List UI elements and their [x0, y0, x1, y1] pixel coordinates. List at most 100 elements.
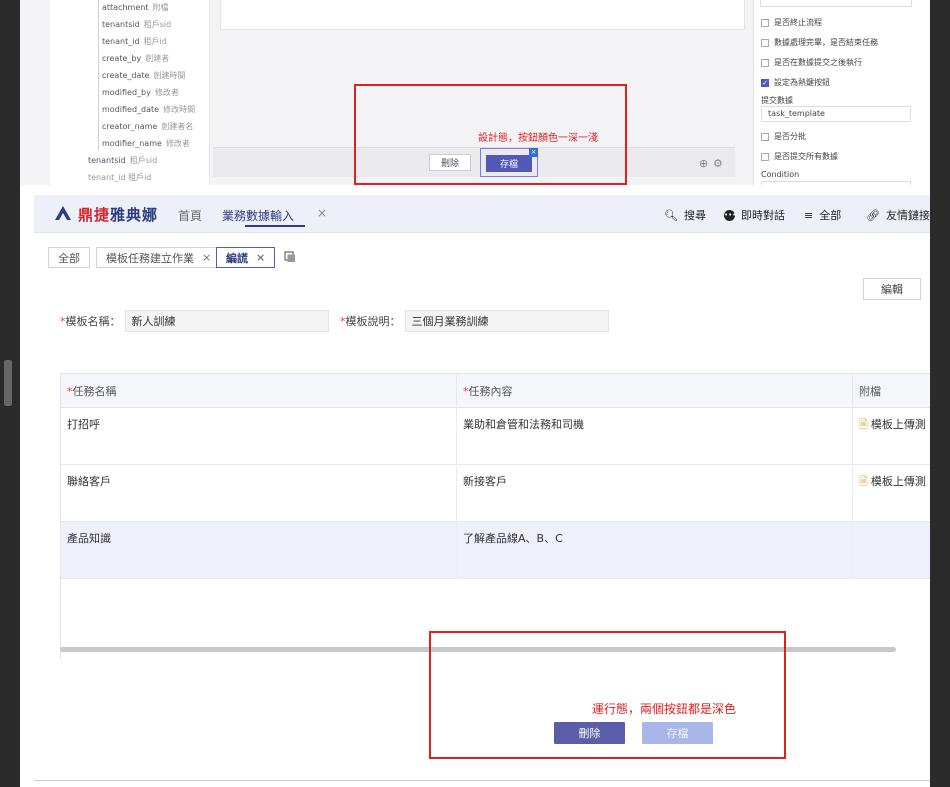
cell-attachment[interactable]	[853, 522, 930, 579]
field-label: 租戶sid	[129, 156, 158, 165]
prop-label: 數據處理完畢，是否結束任務	[774, 38, 878, 47]
field-name: tenant_id	[102, 37, 140, 46]
table-row[interactable]: 聯絡客戶 新接客戶 🗎 模板上傳測	[61, 465, 930, 522]
screenshot-frame: attachment 附檔 tenantsid 租戶sid tenant_id 租戶i…	[20, 0, 930, 787]
prop-submit-all[interactable]: 是否提交所有數據	[761, 151, 838, 162]
field-item[interactable]: create_date 創建時間	[102, 70, 185, 81]
field-label: 修改時間	[163, 105, 196, 114]
cell-attachment[interactable]: 🗎 模板上傳測	[853, 465, 930, 522]
field-item[interactable]: modified_by 修改者	[102, 87, 179, 98]
field-name: attachment	[102, 3, 149, 12]
template-name-field: * 模板名稱： 新人訓練	[60, 310, 329, 332]
attachment-link[interactable]: 模板上傳測	[871, 418, 926, 431]
logo-icon	[55, 206, 71, 220]
field-name: tenantsid	[88, 156, 126, 165]
chat-label: 即時對話	[741, 209, 785, 222]
copy-tabs-icon[interactable]	[284, 251, 296, 263]
search-tool[interactable]: 🔍︎ 搜尋	[664, 207, 706, 223]
template-desc-input[interactable]: 三個月業務訓練	[404, 310, 609, 332]
task-table: * 任務名稱 * 任務內容 附檔 打招呼 業助和倉管和法務和司機 🗎 模板上傳測 聯絡…	[60, 373, 930, 659]
tab-label: 全部	[58, 251, 80, 265]
field-tree-panel: attachment 附檔 tenantsid 租戶sid tenant_id 租戶i…	[50, 0, 210, 185]
annotation-box-runtime	[429, 631, 786, 759]
field-name: create_date	[102, 71, 150, 80]
cell-attachment[interactable]: 🗎 模板上傳測	[853, 408, 930, 465]
submit-data-input[interactable]: task_template	[761, 106, 911, 122]
annotation-text-runtime: 運行態，兩個按鈕都是深色	[592, 702, 737, 716]
prop-label: 設定為熱鍵按鈕	[774, 78, 830, 87]
table-row-selected[interactable]: 產品知識 了解產品線A、B、C	[61, 522, 930, 579]
field-item[interactable]: create_by 創建者	[102, 53, 169, 64]
tab-label: 編謊	[226, 251, 248, 265]
prop-after-submit[interactable]: 是否在數據提交之後執行	[761, 57, 862, 68]
prop-terminate-flow[interactable]: 是否終止流程	[761, 17, 822, 28]
column-header-attachment[interactable]: 附檔	[853, 374, 930, 408]
field-item[interactable]: modified_date 修改時間	[102, 104, 195, 115]
checkbox-checked[interactable]: ✓	[761, 78, 769, 87]
checkbox[interactable]	[761, 18, 769, 27]
prop-batch[interactable]: 是否分批	[761, 131, 806, 142]
field-label: 修改者	[165, 139, 190, 148]
add-icon[interactable]: ⊕	[699, 157, 708, 170]
checkbox[interactable]	[761, 38, 769, 47]
cell-task-content[interactable]: 新接客戶	[457, 465, 853, 522]
tab-close-icon[interactable]: ×	[256, 251, 265, 264]
field-item[interactable]: tenantsid 租戶sid	[102, 19, 171, 30]
chat-tool[interactable]: ••• 即時對話	[724, 207, 785, 223]
field-item[interactable]: modifier_name 修改者	[102, 138, 190, 149]
field-label: 創建者名	[161, 122, 194, 131]
field-name: modified_by	[102, 88, 151, 97]
nav-active-tab[interactable]: 業務數據輸入	[222, 207, 294, 224]
links-tool[interactable]: 🔗︎ 友情鏈接	[866, 207, 930, 223]
checkbox[interactable]	[761, 132, 769, 141]
edit-button[interactable]: 編輯	[863, 278, 921, 300]
table-row[interactable]: 打招呼 業助和倉管和法務和司機 🗎 模板上傳測	[61, 408, 930, 465]
field-name: modified_date	[102, 105, 160, 114]
all-menu-tool[interactable]: ≡ 全部	[804, 207, 841, 223]
checkbox[interactable]	[761, 58, 769, 67]
field-label: 租戶id	[143, 37, 167, 46]
cell-task-name[interactable]: 打招呼	[61, 408, 457, 465]
cell-task-content[interactable]: 了解產品線A、B、C	[457, 522, 853, 579]
field-label: 租戶sid	[143, 20, 172, 29]
prop-label: 是否分批	[774, 132, 806, 141]
nav-home[interactable]: 首頁	[178, 207, 202, 224]
field-name: create_by	[102, 54, 142, 63]
template-desc-field: * 模板說明： 三個月業務訓練	[340, 310, 609, 332]
nav-tab-close-icon[interactable]: ×	[317, 206, 327, 220]
field-item[interactable]: attachment 附檔	[102, 2, 168, 13]
attachment-link[interactable]: 模板上傳測	[871, 475, 926, 488]
checkbox[interactable]	[761, 152, 769, 161]
field-item[interactable]: creator_name 創建者名	[102, 121, 193, 132]
field-label: 附檔	[152, 3, 169, 12]
design-canvas-area	[220, 0, 745, 30]
field-label: 創建時間	[153, 71, 186, 80]
field-group-item-cut[interactable]: tenant_id 租戶id	[88, 172, 151, 183]
tab-template-task[interactable]: 模板任務建立作業 ×	[96, 247, 222, 268]
window-resize-handle[interactable]	[4, 360, 12, 406]
menu-icon: ≡	[804, 208, 814, 222]
tab-all[interactable]: 全部	[48, 247, 90, 268]
template-name-input[interactable]: 新人訓練	[124, 310, 329, 332]
column-label: 任務內容	[468, 385, 513, 398]
tree-guide-line	[98, 0, 99, 150]
field-item[interactable]: tenant_id 租戶id	[102, 36, 167, 47]
cell-task-content[interactable]: 業助和倉管和法務和司機	[457, 408, 853, 465]
file-icon: 🗎	[859, 418, 868, 431]
prop-label: 是否提交所有數據	[774, 152, 838, 161]
column-header-task-name[interactable]: * 任務名稱	[61, 374, 457, 408]
logo[interactable]: 鼎捷雅典娜	[78, 204, 158, 225]
column-header-task-content[interactable]: * 任務內容	[457, 374, 853, 408]
field-group-item[interactable]: tenantsid 租戶sid	[88, 155, 157, 166]
gear-icon[interactable]: ⚙	[713, 157, 723, 170]
cell-task-name[interactable]: 產品知識	[61, 522, 457, 579]
chat-icon: •••	[724, 209, 737, 221]
template-desc-label: 模板說明：	[345, 315, 401, 328]
condition-input[interactable]	[761, 181, 911, 185]
prop-end-task[interactable]: 數據處理完畢，是否結束任務	[761, 37, 878, 48]
prop-hotkey[interactable]: ✓ 設定為熱鍵按鈕	[761, 77, 830, 88]
cell-task-name[interactable]: 聯絡客戶	[61, 465, 457, 522]
tab-close-icon[interactable]: ×	[202, 251, 211, 264]
field-name: modifier_name	[102, 139, 162, 148]
tab-edit[interactable]: 編謊 ×	[216, 247, 276, 268]
